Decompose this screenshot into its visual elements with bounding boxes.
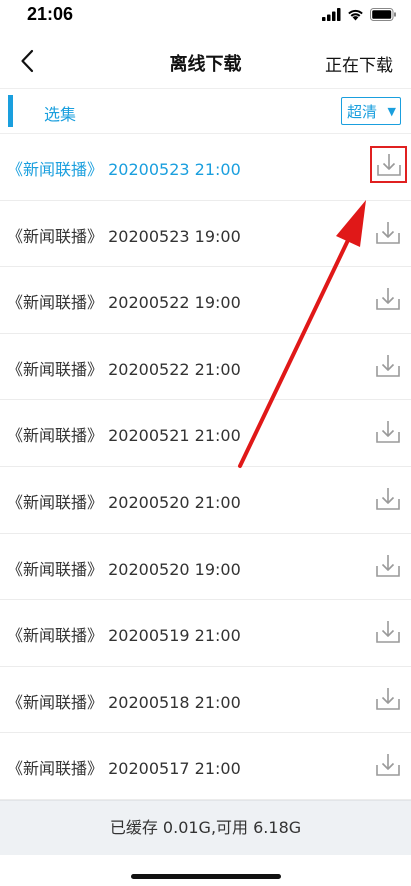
downloading-button[interactable]: 正在下载	[325, 51, 393, 76]
episode-title: 《新闻联播》 20200522 21:00	[7, 356, 241, 380]
episode-program-name: 《新闻联播》	[7, 359, 104, 379]
download-button[interactable]	[373, 750, 403, 780]
episode-title: 《新闻联播》 20200522 19:00	[7, 289, 241, 313]
download-button[interactable]	[373, 284, 403, 314]
quality-dropdown[interactable]: 超清 ▼	[341, 97, 401, 125]
episode-datetime: 20200517 21:00	[108, 759, 241, 779]
status-time: 21:06	[27, 4, 74, 24]
episode-title: 《新闻联播》 20200521 21:00	[7, 422, 241, 446]
download-icon	[376, 621, 400, 643]
episode-title: 《新闻联播》 20200520 21:00	[7, 489, 241, 513]
episode-program-name: 《新闻联播》	[7, 160, 104, 179]
select-indicator	[8, 95, 13, 127]
episode-program-name: 《新闻联播》	[7, 426, 104, 446]
wifi-icon	[348, 9, 363, 20]
episode-row[interactable]: 《新闻联播》 20200522 21:00	[0, 334, 411, 401]
storage-footer: 已缓存 0.01G,可用 6.18G	[0, 800, 411, 855]
episode-row[interactable]: 《新闻联播》 20200520 21:00	[0, 467, 411, 534]
episode-datetime: 20200521 21:00	[108, 426, 241, 446]
episode-title: 《新闻联播》 20200523 21:00	[7, 156, 241, 180]
quality-value: 超清	[347, 102, 378, 121]
episode-datetime: 20200523 19:00	[108, 226, 241, 246]
download-button[interactable]	[373, 684, 403, 714]
download-icon	[376, 487, 400, 510]
episode-datetime: 20200518 21:00	[108, 692, 241, 712]
episode-datetime: 20200523 21:00	[108, 160, 241, 179]
download-icon	[376, 687, 400, 710]
home-indicator	[131, 874, 281, 879]
episode-title: 《新闻联播》 20200518 21:00	[7, 689, 241, 713]
episode-program-name: 《新闻联播》	[7, 492, 104, 512]
episode-program-name: 《新闻联播》	[7, 692, 104, 712]
episode-datetime: 20200522 19:00	[108, 293, 241, 313]
status-icons	[322, 6, 397, 22]
episode-datetime: 20200519 21:00	[108, 626, 241, 646]
episode-row[interactable]: 《新闻联播》 20200520 19:00	[0, 534, 411, 601]
episode-datetime: 20200520 19:00	[108, 559, 241, 579]
episode-program-name: 《新闻联播》	[7, 226, 104, 246]
episode-datetime: 20200520 21:00	[108, 492, 241, 512]
download-icon	[376, 221, 400, 244]
download-icon	[376, 354, 400, 377]
download-button[interactable]	[370, 146, 407, 183]
caret-down-icon: ▼	[387, 104, 396, 118]
download-button[interactable]	[373, 218, 403, 248]
episode-title: 《新闻联播》 20200519 21:00	[7, 622, 241, 646]
select-episodes-tab[interactable]: 选集	[44, 101, 76, 125]
episode-program-name: 《新闻联播》	[7, 293, 104, 313]
status-bar: 21:06	[0, 0, 411, 30]
download-icon	[376, 153, 401, 176]
episode-list: 《新闻联播》 20200523 21:00 《新闻联播》 20200523 19:…	[0, 134, 411, 800]
episode-row[interactable]: 《新闻联播》 20200517 21:00	[0, 733, 411, 800]
episode-datetime: 20200522 21:00	[108, 359, 241, 379]
episode-program-name: 《新闻联播》	[7, 626, 104, 646]
download-button[interactable]	[373, 617, 403, 647]
battery-icon	[370, 7, 396, 21]
download-button[interactable]	[373, 351, 403, 381]
episode-row[interactable]: 《新闻联播》 20200521 21:00	[0, 400, 411, 467]
navigation-bar: 离线下载 正在下载	[0, 34, 411, 88]
episode-title: 《新闻联播》 20200517 21:00	[7, 755, 241, 779]
download-icon	[376, 554, 400, 577]
episode-row[interactable]: 《新闻联播》 20200518 21:00	[0, 667, 411, 734]
episode-title: 《新闻联播》 20200520 19:00	[7, 556, 241, 580]
episode-row[interactable]: 《新闻联播》 20200522 19:00	[0, 267, 411, 334]
download-button[interactable]	[373, 417, 403, 447]
episode-row[interactable]: 《新闻联播》 20200519 21:00	[0, 600, 411, 667]
episode-program-name: 《新闻联播》	[7, 559, 104, 579]
episode-program-name: 《新闻联播》	[7, 759, 104, 779]
download-button[interactable]	[373, 484, 403, 514]
episode-title: 《新闻联播》 20200523 19:00	[7, 223, 241, 247]
episode-row[interactable]: 《新闻联播》 20200523 19:00	[0, 201, 411, 268]
download-icon	[376, 421, 400, 444]
download-icon	[376, 288, 400, 310]
episode-row[interactable]: 《新闻联播》 20200523 21:00	[0, 134, 411, 201]
signal-icon	[322, 7, 341, 21]
episode-select-row: 选集 超清 ▼	[0, 88, 411, 134]
download-button[interactable]	[373, 551, 403, 581]
download-icon	[376, 754, 400, 777]
